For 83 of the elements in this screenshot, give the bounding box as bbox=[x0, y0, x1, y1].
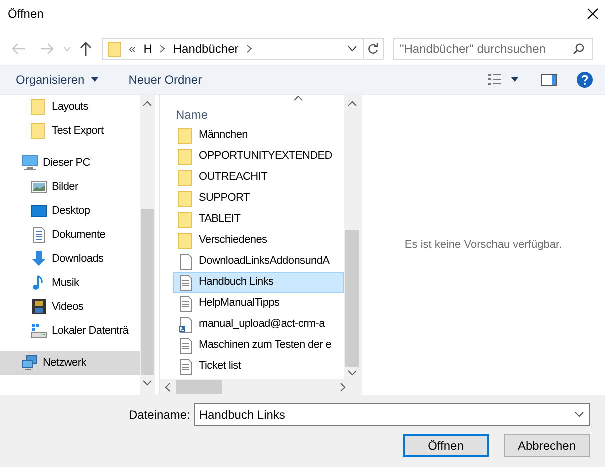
sidebar-item[interactable]: Desktop bbox=[0, 199, 140, 223]
document-icon bbox=[178, 296, 194, 312]
sidebar-item[interactable]: Dieser PC bbox=[0, 151, 140, 175]
scrollbar-thumb[interactable] bbox=[176, 380, 222, 394]
sidebar-item[interactable]: Videos bbox=[0, 295, 140, 319]
scroll-down-icon[interactable] bbox=[143, 380, 152, 386]
overflow-chevron[interactable]: « bbox=[129, 40, 136, 58]
folder-icon bbox=[31, 123, 47, 139]
folder-icon bbox=[178, 128, 194, 144]
file-row[interactable]: HelpManualTipps bbox=[173, 293, 344, 314]
dialog-button[interactable]: Abbrechen bbox=[504, 434, 590, 457]
file-row[interactable]: TABLEIT bbox=[173, 209, 344, 230]
breadcrumb[interactable]: H bbox=[144, 40, 152, 58]
view-list-icon[interactable] bbox=[488, 74, 501, 85]
sidebar-item[interactable]: Netzwerk bbox=[0, 351, 140, 375]
new-folder-button[interactable]: Neuer Ordner bbox=[128, 70, 202, 88]
preview-pane-icon[interactable] bbox=[541, 74, 557, 86]
sidebar-item[interactable]: Bilder bbox=[0, 175, 140, 199]
file-row[interactable]: Männchen bbox=[173, 125, 344, 146]
file-row[interactable]: Maschinen zum Testen der e bbox=[173, 335, 344, 356]
filename-field[interactable]: Handbuch Links bbox=[194, 403, 590, 426]
preview-message: Es ist keine Vorschau verfügbar. bbox=[404, 238, 562, 253]
filename-label: Dateiname: bbox=[129, 406, 190, 424]
file-row[interactable]: DownloadLinksAddonsundA bbox=[173, 251, 344, 272]
document-icon bbox=[178, 274, 194, 290]
sidebar-item[interactable]: Musik bbox=[0, 271, 140, 295]
file-row[interactable]: SUPPORT bbox=[173, 188, 344, 209]
blank-file-icon bbox=[178, 254, 194, 270]
help-icon[interactable] bbox=[577, 72, 593, 88]
down-arrow-icon bbox=[31, 251, 47, 267]
file-row[interactable]: manual_upload@act-crm-a bbox=[173, 314, 344, 335]
scroll-right-icon[interactable] bbox=[340, 382, 346, 392]
document-icon bbox=[31, 227, 47, 243]
folder-icon bbox=[178, 170, 194, 186]
sidebar-item[interactable]: Downloads bbox=[0, 247, 140, 271]
scroll-up-icon[interactable] bbox=[143, 101, 152, 107]
network-icon bbox=[22, 355, 38, 371]
chevron-down-icon[interactable] bbox=[348, 46, 357, 52]
chevron-down-icon[interactable] bbox=[575, 412, 584, 417]
file-row[interactable]: OUTREACHIT bbox=[173, 167, 344, 188]
picture-frame-icon bbox=[31, 179, 47, 195]
desktop-icon bbox=[31, 203, 47, 219]
document-icon bbox=[178, 358, 194, 374]
file-row[interactable]: Handbuch Links bbox=[173, 272, 344, 293]
film-strip-icon bbox=[31, 299, 47, 315]
folder-icon bbox=[178, 232, 194, 248]
breadcrumb[interactable]: Handbücher bbox=[173, 40, 239, 58]
drive-icon bbox=[31, 323, 47, 339]
chevron-right-icon[interactable] bbox=[246, 45, 252, 53]
chevron-right-icon[interactable] bbox=[160, 45, 166, 53]
folder-icon bbox=[178, 212, 194, 228]
refresh-icon[interactable] bbox=[368, 43, 379, 55]
search-field[interactable]: "Handbücher" durchsuchen bbox=[393, 38, 593, 60]
up-arrow-icon[interactable] bbox=[80, 42, 92, 56]
folder-icon bbox=[178, 190, 194, 206]
scrollbar-thumb[interactable] bbox=[141, 209, 154, 375]
document-icon bbox=[178, 338, 194, 354]
column-header[interactable]: Name bbox=[176, 106, 208, 124]
close-icon[interactable] bbox=[587, 8, 599, 20]
file-row[interactable]: Verschiedenes bbox=[173, 230, 344, 251]
caret-down-icon[interactable] bbox=[511, 77, 519, 82]
sort-caret-icon bbox=[294, 96, 303, 101]
file-row[interactable]: OPPORTUNITYEXTENDED bbox=[173, 146, 344, 167]
sidebar-item[interactable]: Lokaler Datenträ bbox=[0, 319, 140, 343]
window-title: Öffnen bbox=[8, 6, 44, 23]
search-icon bbox=[573, 43, 585, 55]
sidebar-item[interactable]: Test Export bbox=[0, 119, 140, 143]
scroll-left-icon[interactable] bbox=[165, 382, 171, 392]
address-bar[interactable]: « H Handbücher bbox=[102, 38, 384, 60]
scroll-up-icon[interactable] bbox=[348, 101, 356, 107]
file-row[interactable]: Ticket list bbox=[173, 356, 344, 377]
folder-icon bbox=[178, 148, 194, 164]
folder-icon bbox=[108, 42, 121, 56]
dialog-button[interactable]: Öffnen bbox=[403, 434, 489, 457]
organize-button[interactable]: Organisieren bbox=[16, 70, 99, 88]
shortcut-file-icon bbox=[178, 316, 194, 332]
sidebar-item[interactable]: Dokumente bbox=[0, 223, 140, 247]
sidebar-item[interactable]: Layouts bbox=[0, 95, 140, 119]
folder-icon bbox=[31, 99, 47, 115]
scroll-down-icon[interactable] bbox=[348, 370, 356, 376]
scrollbar-thumb[interactable] bbox=[345, 230, 359, 367]
caret-down-icon bbox=[90, 77, 99, 82]
monitor-icon bbox=[22, 155, 38, 171]
